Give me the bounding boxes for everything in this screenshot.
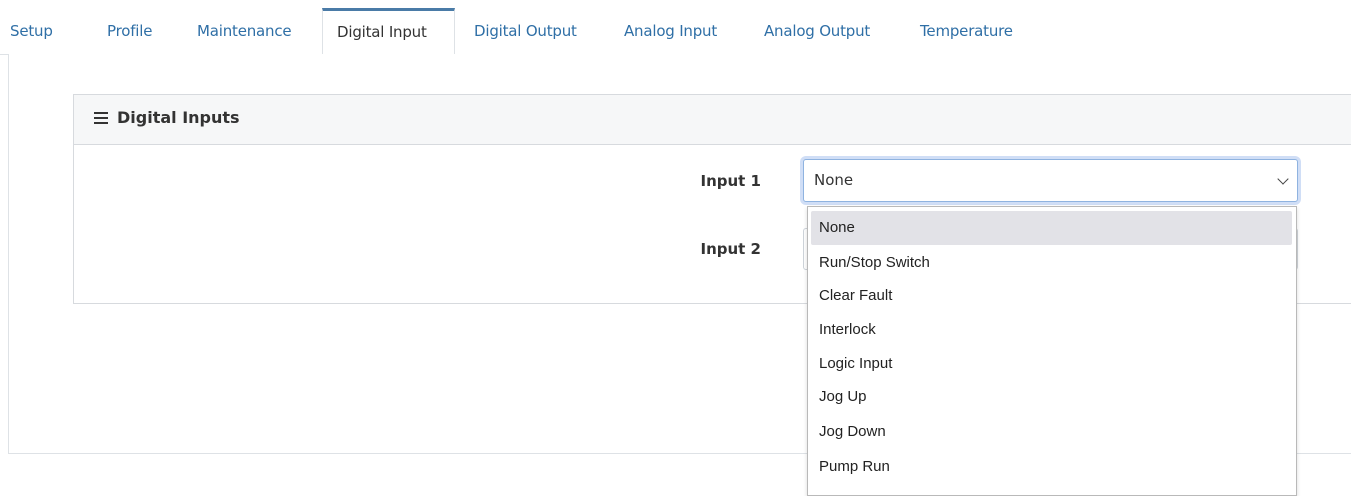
option-clear-fault[interactable]: Clear Fault (811, 279, 1292, 313)
hamburger-menu-icon (94, 111, 108, 124)
input-1-selected-value: None (814, 171, 854, 189)
tab-bar: Setup Profile Maintenance Digital Input … (0, 0, 1351, 55)
tab-maintenance[interactable]: Maintenance (183, 8, 305, 55)
card-title-text: Digital Inputs (117, 108, 240, 127)
input-1-dropdown-list: None Run/Stop Switch Clear Fault Interlo… (807, 206, 1297, 496)
option-none[interactable]: None (811, 211, 1292, 245)
card-title: Digital Inputs (94, 108, 240, 127)
card-header: Digital Inputs (74, 95, 1351, 145)
input-2-label: Input 2 (700, 240, 761, 258)
input-1-select[interactable]: None (803, 159, 1298, 202)
option-run-stop-switch[interactable]: Run/Stop Switch (811, 246, 1292, 280)
input-1-label: Input 1 (700, 172, 761, 190)
tab-analog-input[interactable]: Analog Input (610, 8, 731, 55)
tab-temperature[interactable]: Temperature (906, 8, 1027, 55)
tab-setup[interactable]: Setup (0, 8, 67, 55)
option-pump-run[interactable]: Pump Run (811, 450, 1292, 484)
option-logic-input[interactable]: Logic Input (811, 347, 1292, 381)
tab-digital-output[interactable]: Digital Output (460, 8, 591, 55)
chevron-down-icon (1277, 173, 1289, 185)
tab-profile[interactable]: Profile (93, 8, 166, 55)
tab-analog-output[interactable]: Analog Output (750, 8, 884, 55)
tab-digital-input[interactable]: Digital Input (322, 8, 455, 55)
option-jog-down[interactable]: Jog Down (811, 415, 1292, 449)
option-interlock[interactable]: Interlock (811, 313, 1292, 347)
option-jog-up[interactable]: Jog Up (811, 380, 1292, 414)
